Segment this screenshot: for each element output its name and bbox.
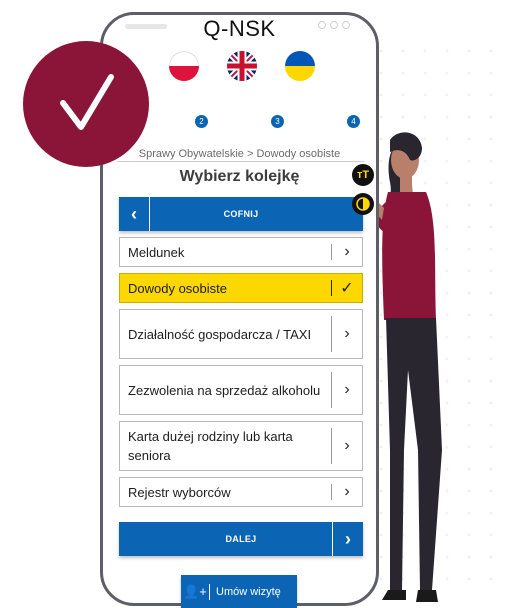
back-button-label: COFNIJ	[223, 209, 259, 219]
next-button-label: DALEJ	[225, 534, 257, 544]
queue-item-meldunek[interactable]: Meldunek ›	[119, 237, 363, 267]
chevron-left-icon: ‹	[119, 197, 150, 231]
queue-item-label: Dowody osobiste	[128, 280, 227, 296]
appointment-button[interactable]: 👤+ Umów wizytę	[181, 575, 297, 608]
chevron-right-icon: ›	[331, 316, 362, 352]
queue-item-label: Działalność gospodarcza / TAXI	[128, 326, 312, 342]
queue-item-rejestr-wyborcow[interactable]: Rejestr wyborców ›	[119, 477, 363, 507]
flag-pl-icon[interactable]	[169, 51, 199, 81]
checkmark-icon	[60, 74, 114, 130]
contrast-icon[interactable]	[352, 193, 374, 215]
step-4: 4	[347, 115, 360, 128]
chevron-right-icon: ›	[331, 428, 362, 464]
chevron-right-icon: ›	[331, 372, 362, 408]
add-user-icon: 👤+	[181, 583, 210, 600]
breadcrumb-divider	[117, 161, 364, 162]
page-title: Wybierz kolejkę	[179, 168, 300, 185]
queue-item-label: Meldunek	[128, 244, 185, 260]
chevron-right-icon: ›	[331, 483, 362, 500]
queue-list: Meldunek › Dowody osobiste ✓ Działalność…	[119, 237, 363, 513]
queue-item-dowody-osobiste[interactable]: Dowody osobiste ✓	[119, 273, 363, 303]
flag-gb-icon[interactable]	[227, 51, 257, 81]
next-button[interactable]: DALEJ ›	[119, 522, 363, 556]
queue-item-label: Karta dużej rodziny lub karta seniora	[128, 429, 293, 463]
queue-item-zezwolenia-alkohol[interactable]: Zezwolenia na sprzedaż alkoholu ›	[119, 365, 363, 415]
checkmark-icon: ✓	[331, 280, 362, 297]
flag-ua-icon[interactable]	[285, 51, 315, 81]
queue-item-label: Zezwolenia na sprzedaż alkoholu	[128, 382, 321, 398]
back-button[interactable]: COFNIJ ‹	[119, 197, 363, 231]
app-title: Q-NSK	[203, 16, 276, 41]
appointment-button-label: Umów wizytę	[216, 585, 281, 598]
phone-camera-dots	[318, 21, 350, 29]
chevron-right-icon: ›	[332, 522, 363, 556]
checkmark-badge	[23, 41, 149, 167]
chevron-right-icon: ›	[331, 243, 362, 260]
text-size-icon[interactable]: тT	[352, 164, 374, 186]
queue-item-karta-duzej-rodziny[interactable]: Karta dużej rodziny lub karta seniora ›	[119, 421, 363, 471]
step-2: 2	[195, 115, 208, 128]
queue-item-label: Rejestr wyborców	[128, 484, 231, 500]
queue-item-dzialalnosc-gospodarcza[interactable]: Działalność gospodarcza / TAXI ›	[119, 309, 363, 359]
step-3: 3	[271, 115, 284, 128]
